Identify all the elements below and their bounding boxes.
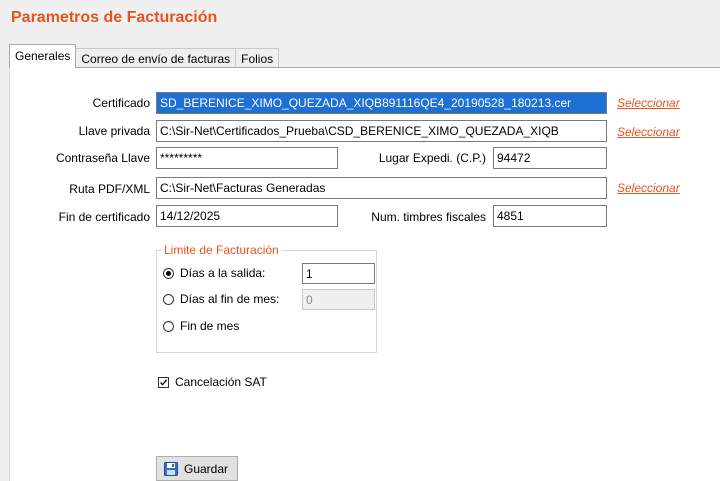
window-title: Parametros de Facturación (11, 9, 218, 26)
certificado-label: Certificado (92, 96, 150, 110)
dias-salida-option[interactable]: Días a la salida: (163, 263, 265, 283)
lugar-expedicion-label: Lugar Expedi. (C.P.) (378, 151, 486, 165)
dias-salida-radio[interactable] (163, 267, 174, 279)
tab-generales[interactable]: Generales (9, 44, 77, 68)
tab-bar: Generales Correo de envío de facturas Fo… (9, 44, 280, 68)
ruta-pdf-xml-label: Ruta PDF/XML (69, 182, 150, 196)
num-timbres-field[interactable]: 4851 (493, 205, 607, 227)
limite-facturacion-title: Limite de Facturación (161, 243, 282, 257)
fin-de-mes-option[interactable]: Fin de mes (163, 316, 239, 336)
llave-privada-field[interactable]: C:\Sir-Net\Certificados_Prueba\CSD_BEREN… (156, 120, 607, 142)
guardar-button[interactable]: Guardar (156, 456, 238, 481)
num-timbres-label: Num. timbres fiscales (371, 210, 486, 224)
llave-privada-label: Llave privada (78, 124, 150, 138)
contrasena-llave-label: Contraseña Llave (55, 151, 150, 165)
floppy-disk-icon (164, 461, 178, 476)
certificado-field[interactable]: SD_BERENICE_XIMO_QUEZADA_XIQB891116QE4_2… (156, 92, 607, 114)
dias-fin-mes-label: Días al fin de mes: (180, 292, 280, 306)
tab-folios[interactable]: Folios (235, 48, 280, 68)
dias-salida-label: Días a la salida: (180, 266, 266, 280)
fin-de-mes-label: Fin de mes (180, 319, 240, 333)
cancelacion-sat-option[interactable]: Cancelación SAT (158, 372, 267, 392)
dias-salida-input[interactable]: 1 (302, 263, 375, 284)
guardar-label: Guardar (184, 461, 229, 476)
tab-correo-envio[interactable]: Correo de envío de facturas (75, 48, 237, 68)
ruta-pdf-xml-field[interactable]: C:\Sir-Net\Facturas Generadas (156, 177, 607, 199)
fin-certificado-label: Fin de certificado (58, 210, 150, 224)
checkmark-icon (160, 378, 168, 386)
fin-de-mes-radio[interactable] (163, 320, 174, 332)
certificado-seleccionar-link[interactable]: Seleccionar (617, 93, 680, 113)
lugar-expedicion-field[interactable]: 94472 (493, 147, 607, 169)
cancelacion-sat-checkbox[interactable] (158, 376, 169, 388)
dias-fin-mes-input: 0 (302, 289, 375, 310)
contrasena-llave-field[interactable]: ********* (156, 147, 338, 169)
dias-fin-mes-radio[interactable] (163, 293, 174, 305)
dias-fin-mes-option[interactable]: Días al fin de mes: (163, 289, 279, 309)
ruta-pdf-xml-seleccionar-link[interactable]: Seleccionar (617, 178, 680, 198)
fin-certificado-field[interactable]: 14/12/2025 (156, 205, 338, 227)
cancelacion-sat-label: Cancelación SAT (175, 375, 267, 389)
llave-privada-seleccionar-link[interactable]: Seleccionar (617, 122, 680, 142)
